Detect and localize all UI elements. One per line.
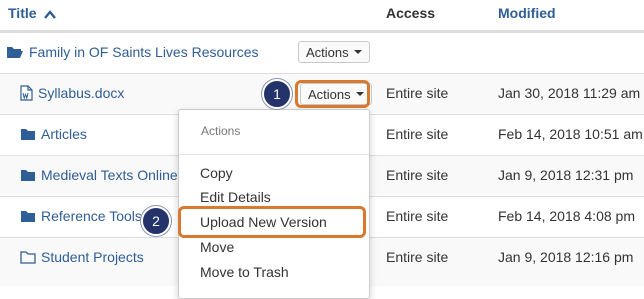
dropdown-header: Actions: [201, 124, 241, 138]
actions-dropdown-menu: Actions Copy Edit Details Upload New Ver…: [178, 109, 370, 299]
word-file-icon: [20, 85, 33, 101]
table-header: Title Access Modified: [0, 0, 644, 32]
modified-cell: Jan 9, 2018 12:16 pm: [498, 249, 634, 265]
folder-link[interactable]: Student Projects: [41, 249, 144, 265]
menu-item-edit-details[interactable]: Edit Details: [200, 189, 271, 205]
menu-item-copy[interactable]: Copy: [200, 165, 233, 181]
parent-folder-link[interactable]: Family in OF Saints Lives Resources: [29, 44, 259, 60]
folder-icon: [20, 169, 36, 182]
column-header-modified[interactable]: Modified: [498, 5, 556, 21]
folder-icon: [20, 210, 36, 223]
sort-ascending-icon: [44, 6, 57, 22]
file-link[interactable]: Syllabus.docx: [38, 85, 124, 101]
column-header-title[interactable]: Title: [8, 5, 57, 22]
modified-cell: Feb 14, 2018 4:08 pm: [498, 208, 635, 224]
column-header-title-label: Title: [8, 5, 37, 21]
empty-folder-icon: [20, 250, 36, 264]
access-cell: Entire site: [386, 167, 449, 183]
menu-item-move-to-trash[interactable]: Move to Trash: [200, 264, 289, 280]
parent-folder-actions-button[interactable]: Actions: [298, 41, 370, 63]
menu-item-move[interactable]: Move: [200, 239, 234, 255]
parent-folder-cell: Family in OF Saints Lives Resources: [6, 33, 259, 71]
actions-button-highlight: [295, 80, 370, 108]
access-cell: Entire site: [386, 85, 449, 101]
actions-button-label: Actions: [306, 44, 349, 60]
caret-down-icon: [353, 50, 362, 54]
step-2-badge: 2: [141, 206, 171, 236]
open-folder-icon: [6, 45, 24, 59]
access-cell: Entire site: [386, 126, 449, 142]
name-cell: Student Projects: [20, 238, 144, 276]
access-cell: Entire site: [386, 208, 449, 224]
upload-new-version-highlight: [178, 206, 366, 238]
folder-icon: [20, 128, 36, 141]
parent-folder-row: Family in OF Saints Lives Resources Acti…: [0, 32, 644, 72]
step-1-badge: 1: [262, 79, 292, 109]
name-cell: Syllabus.docx: [20, 74, 124, 112]
folder-link[interactable]: Articles: [41, 126, 87, 142]
access-cell: Entire site: [386, 249, 449, 265]
column-header-access[interactable]: Access: [386, 5, 435, 21]
folder-link[interactable]: Reference Tools: [41, 208, 142, 224]
modified-cell: Jan 9, 2018 12:31 pm: [498, 167, 634, 183]
folder-link[interactable]: Medieval Texts Online: [41, 167, 178, 183]
modified-cell: Feb 14, 2018 10:51 am: [498, 126, 643, 142]
name-cell: Medieval Texts Online: [20, 156, 178, 194]
modified-cell: Jan 30, 2018 11:29 am: [498, 85, 641, 101]
dropdown-divider: [179, 154, 369, 155]
name-cell: Reference Tools: [20, 197, 142, 235]
name-cell: Articles: [20, 115, 87, 153]
